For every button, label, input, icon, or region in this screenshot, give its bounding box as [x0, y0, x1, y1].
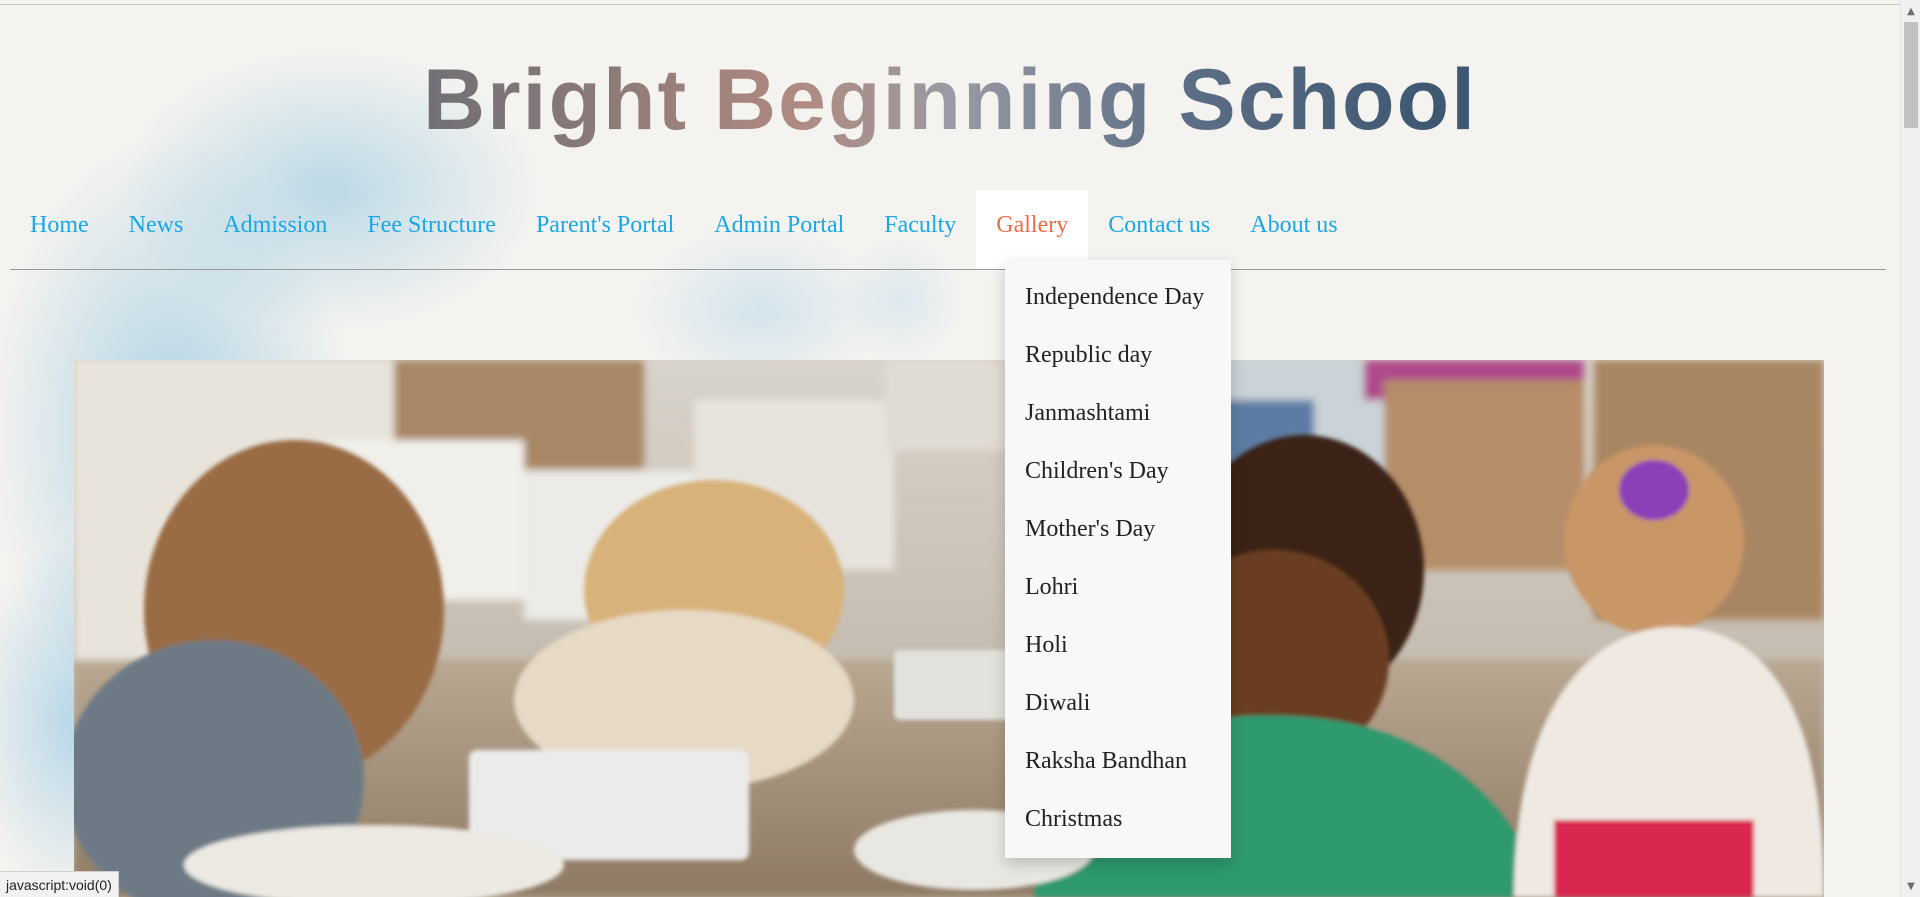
scroll-down-arrow-icon[interactable]: ▼ [1901, 879, 1920, 895]
vertical-scrollbar[interactable]: ▲ ▼ [1900, 0, 1920, 897]
hero-image-classroom [74, 360, 1824, 897]
gallery-item-mothers-day[interactable]: Mother's Day [1005, 500, 1231, 558]
site-title: Bright Beginning School [0, 50, 1900, 150]
gallery-item-holi[interactable]: Holi [1005, 616, 1231, 674]
main-nav: Home News Admission Fee Structure Parent… [10, 191, 1358, 269]
nav-divider [10, 269, 1886, 270]
nav-admin-portal[interactable]: Admin Portal [694, 191, 864, 269]
scroll-up-arrow-icon[interactable]: ▲ [1901, 4, 1920, 20]
gallery-item-republic-day[interactable]: Republic day [1005, 326, 1231, 384]
nav-home[interactable]: Home [10, 191, 109, 269]
nav-faculty[interactable]: Faculty [864, 191, 976, 269]
scroll-thumb[interactable] [1904, 22, 1918, 128]
nav-about-us[interactable]: About us [1230, 191, 1357, 269]
gallery-item-independence-day[interactable]: Independence Day [1005, 268, 1231, 326]
top-border [0, 4, 1900, 5]
classroom-photo-illustration [74, 360, 1824, 897]
gallery-item-raksha-bandhan[interactable]: Raksha Bandhan [1005, 732, 1231, 790]
gallery-item-diwali[interactable]: Diwali [1005, 674, 1231, 732]
browser-status-bar: javascript:void(0) [0, 871, 119, 897]
gallery-item-childrens-day[interactable]: Children's Day [1005, 442, 1231, 500]
gallery-item-lohri[interactable]: Lohri [1005, 558, 1231, 616]
nav-admission[interactable]: Admission [203, 191, 347, 269]
nav-fee-structure[interactable]: Fee Structure [347, 191, 516, 269]
gallery-item-janmashtami[interactable]: Janmashtami [1005, 384, 1231, 442]
gallery-dropdown-menu: Independence Day Republic day Janmashtam… [1005, 260, 1231, 858]
nav-contact-us[interactable]: Contact us [1088, 191, 1230, 269]
gallery-item-christmas[interactable]: Christmas [1005, 790, 1231, 848]
nav-gallery[interactable]: Gallery [976, 191, 1089, 269]
nav-news[interactable]: News [109, 191, 204, 269]
nav-parents-portal[interactable]: Parent's Portal [516, 191, 694, 269]
